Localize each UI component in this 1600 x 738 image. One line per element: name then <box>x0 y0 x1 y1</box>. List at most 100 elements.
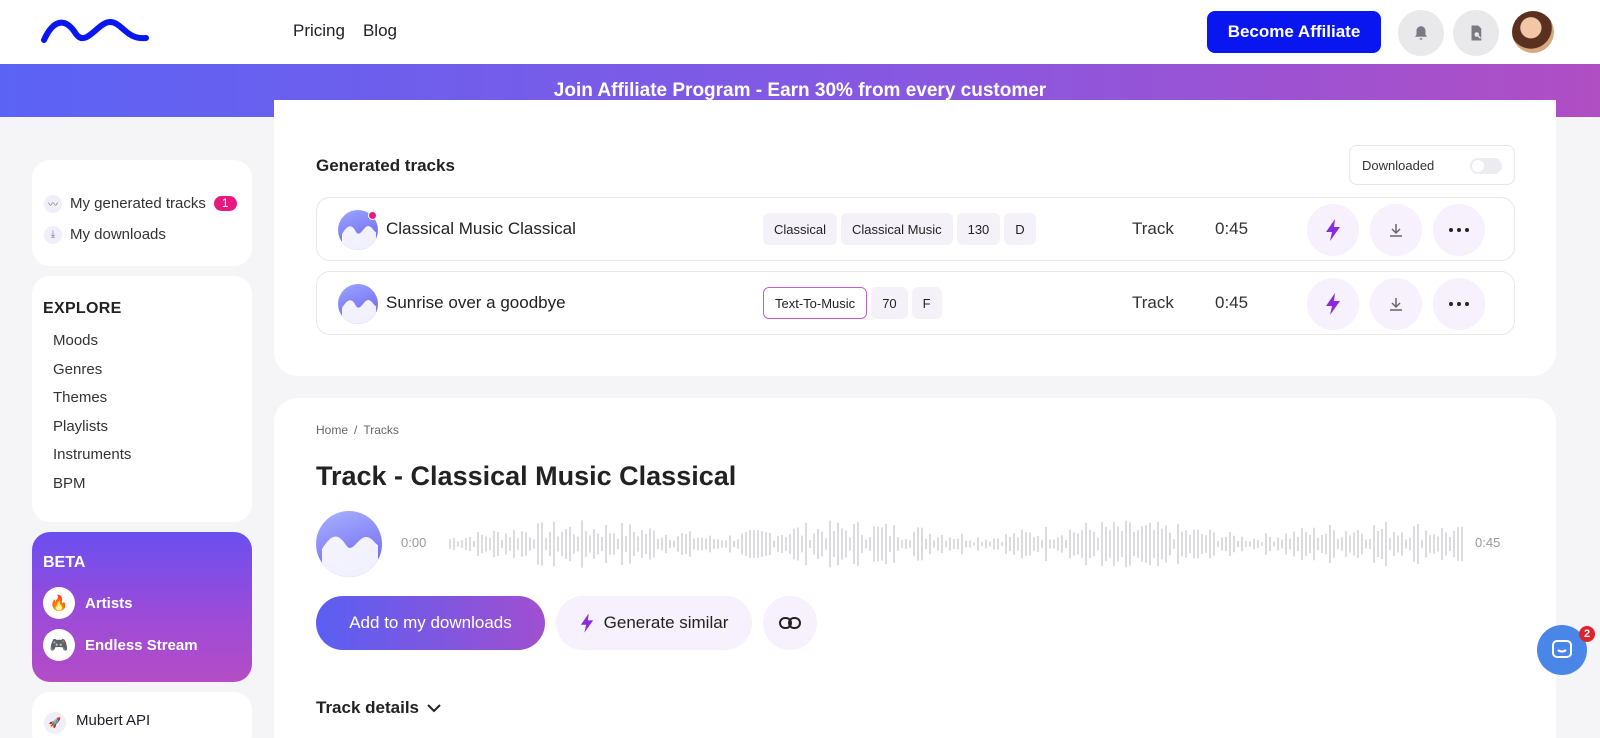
waveform-bar <box>505 533 507 555</box>
waveform[interactable] <box>449 514 1465 574</box>
sidebar-item-mubert-api[interactable]: 🚀 Mubert API <box>32 692 252 738</box>
lightning-icon <box>580 613 593 633</box>
sidebar-item-themes[interactable]: Themes <box>43 389 241 418</box>
waveform-bar <box>1265 533 1267 555</box>
waveform-bar <box>649 528 651 560</box>
waveform-bar <box>777 535 779 553</box>
waveform-bar <box>1353 532 1355 556</box>
mubert-logo[interactable] <box>40 16 150 48</box>
documents-button[interactable] <box>1453 10 1499 56</box>
play-cover-button[interactable] <box>316 511 382 577</box>
track-details-toggle[interactable]: Track details <box>316 698 441 718</box>
more-options-button[interactable] <box>1433 278 1485 330</box>
download-button[interactable] <box>1370 204 1422 256</box>
add-to-downloads-button[interactable]: Add to my downloads <box>316 596 545 650</box>
time-total: 0:45 <box>1475 535 1501 550</box>
downloaded-filter[interactable]: Downloaded <box>1349 145 1515 185</box>
waveform-bar <box>969 540 971 548</box>
generate-similar-label: Generate similar <box>603 613 729 632</box>
waveform-bar <box>921 527 923 561</box>
waveform-bar <box>1437 536 1439 552</box>
tag-key[interactable]: F <box>911 287 942 319</box>
waveform-bar <box>1457 527 1459 561</box>
waveform-bar <box>865 539 867 549</box>
waveform-bar <box>1101 522 1103 566</box>
breadcrumb-tracks[interactable]: Tracks <box>363 423 399 437</box>
waveform-bar <box>477 531 479 557</box>
waveform-bar <box>489 537 491 551</box>
waveform-bar <box>941 534 943 554</box>
sidebar-item-instruments[interactable]: Instruments <box>43 446 241 475</box>
waveform-bar <box>717 539 719 549</box>
waveform-bar <box>1405 539 1407 549</box>
waveform-bar <box>757 530 759 558</box>
wave-cover-icon <box>342 300 376 324</box>
track-row[interactable]: Sunrise over a goodbye Text-To-Music 70 … <box>316 271 1515 335</box>
waveform-bar <box>933 540 935 548</box>
waveform-bar <box>1061 535 1063 553</box>
waveform-bar <box>897 537 899 551</box>
sidebar-item-playlists[interactable]: Playlists <box>43 418 241 447</box>
sidebar-item-label: Mubert API <box>76 712 151 729</box>
user-avatar[interactable] <box>1512 11 1554 53</box>
waveform-bar <box>1037 535 1039 553</box>
waveform-bar <box>1417 524 1419 564</box>
track-name[interactable]: Sunrise over a goodbye <box>386 293 566 313</box>
waveform-bar <box>1449 536 1451 552</box>
track-row[interactable]: Classical Music Classical Classical Clas… <box>316 197 1515 261</box>
generate-similar-button[interactable] <box>1307 204 1359 256</box>
track-name[interactable]: Classical Music Classical <box>386 219 576 239</box>
waveform-bar <box>469 536 471 552</box>
waveform-bar <box>589 535 591 553</box>
sidebar-item-moods[interactable]: Moods <box>43 332 241 361</box>
more-icon <box>1449 302 1469 306</box>
notifications-button[interactable] <box>1398 10 1444 56</box>
waveform-bar <box>785 537 787 551</box>
nav-pricing[interactable]: Pricing <box>293 21 345 41</box>
waveform-bar <box>1045 527 1047 561</box>
tag[interactable]: Text-To-Music <box>763 287 868 319</box>
waveform-bar <box>1385 521 1387 567</box>
waveform-bar <box>1165 525 1167 563</box>
tag-bpm[interactable]: 130 <box>956 213 1001 245</box>
waveform-bar <box>985 539 987 549</box>
become-affiliate-button[interactable]: Become Affiliate <box>1207 11 1381 53</box>
waveform-bar <box>585 531 587 557</box>
sidebar-item-genres[interactable]: Genres <box>43 361 241 390</box>
sidebar-item-label: My downloads <box>70 226 166 243</box>
more-options-button[interactable] <box>1433 204 1485 256</box>
waveform-bar <box>689 531 691 557</box>
sidebar-item-my-generated-tracks[interactable]: 〰 My generated tracks 1 <box>44 188 240 219</box>
copy-link-button[interactable] <box>763 596 817 650</box>
tag-bpm[interactable]: 70 <box>871 287 908 319</box>
sidebar-item-my-downloads[interactable]: ⤓ My downloads <box>44 219 240 250</box>
waveform-bar <box>1261 542 1263 546</box>
waveform-bar <box>449 539 451 549</box>
waveform-bar <box>913 531 915 557</box>
tag-key[interactable]: D <box>1004 213 1036 245</box>
track-cover[interactable] <box>338 284 378 324</box>
track-tags: Classical Classical Music 130 D <box>763 213 1036 245</box>
waveform-bar <box>737 539 739 549</box>
waveform-bar <box>721 540 723 548</box>
waveform-bar <box>1049 539 1051 549</box>
generate-similar-button[interactable] <box>1307 278 1359 330</box>
tag[interactable]: Classical <box>763 213 838 245</box>
download-icon <box>1390 298 1402 311</box>
waveform-bar <box>853 524 855 564</box>
breadcrumb-home[interactable]: Home <box>316 423 348 437</box>
waveform-bar <box>609 533 611 555</box>
sidebar-item-endless-stream[interactable]: 🎮 Endless Stream <box>43 624 241 666</box>
waveform-bar <box>629 524 631 564</box>
waveform-bar <box>701 537 703 551</box>
waveform-bar <box>1113 521 1115 567</box>
download-button[interactable] <box>1370 278 1422 330</box>
sidebar-item-artists[interactable]: 🔥 Artists <box>43 582 241 624</box>
nav-blog[interactable]: Blog <box>363 21 397 41</box>
track-type: Track <box>1132 219 1174 238</box>
waveform-bar <box>481 534 483 554</box>
tag[interactable]: Classical Music <box>841 213 953 245</box>
sidebar-item-bpm[interactable]: BPM <box>43 475 241 504</box>
generate-similar-button[interactable]: Generate similar <box>556 596 752 650</box>
downloaded-toggle[interactable] <box>1470 158 1502 174</box>
